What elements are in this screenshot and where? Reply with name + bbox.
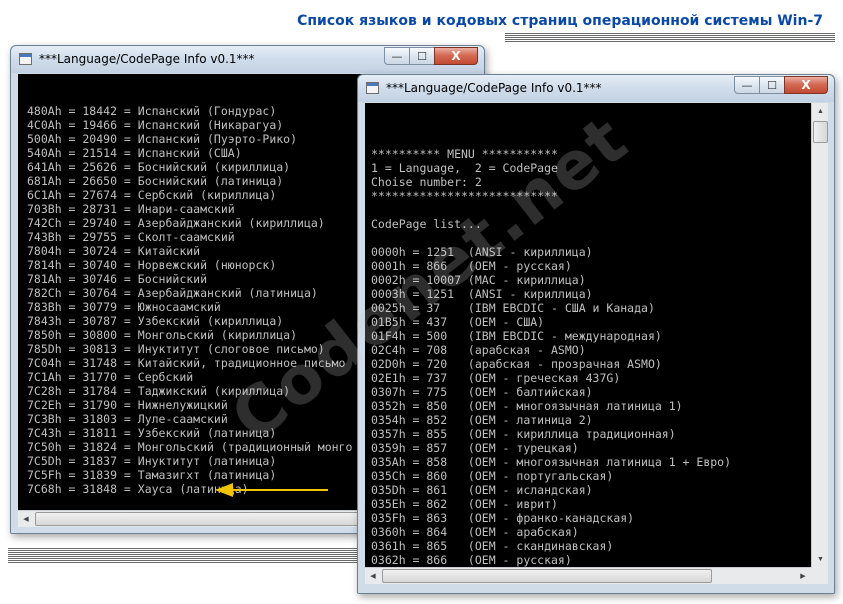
console-line: 1 = Language, 2 = CodePage: [371, 161, 558, 175]
maximize-button[interactable]: ☐: [409, 47, 435, 65]
window-title: ***Language/CodePage Info v0.1***: [39, 52, 255, 66]
console-line: 0362h = 866 (OEM - русская): [371, 553, 572, 567]
console-line: CodePage list...: [371, 217, 482, 231]
vertical-scrollbar[interactable]: ▲ ▼: [811, 103, 828, 567]
scroll-thumb[interactable]: [813, 121, 828, 143]
console-line: 0025h = 37 (IBM EBCDIC - США и Канада): [371, 301, 655, 315]
scroll-right-arrow-icon[interactable]: ▶: [795, 568, 811, 584]
console-lines: ********** MENU *********** 1 = Language,…: [371, 133, 811, 567]
window-titlebar[interactable]: ***Language/CodePage Info v0.1*** — ☐ X: [11, 46, 484, 73]
console-output[interactable]: ********** MENU *********** 1 = Language,…: [365, 103, 811, 567]
minimize-button[interactable]: —: [384, 47, 410, 65]
horizontal-scroll-thumb[interactable]: [35, 512, 365, 526]
resize-grip[interactable]: [811, 567, 828, 584]
horizontal-scrollbar[interactable]: ◀ ▶: [365, 567, 811, 584]
console-app-icon[interactable]: [19, 53, 32, 65]
console-line: 0002h = 10007 (MAC - кириллица): [371, 273, 586, 287]
console-window-codepage-list[interactable]: ***Language/CodePage Info v0.1*** — ☐ X …: [357, 74, 835, 594]
console-line: 0352h = 850 (OEM - многоязычная латиница…: [371, 399, 683, 413]
console-line: 01F4h = 500 (IBM EBCDIC - международная): [371, 329, 662, 343]
scroll-left-arrow-icon[interactable]: ◀: [18, 511, 34, 527]
console-line: 0360h = 864 (OEM - арабская): [371, 525, 579, 539]
console-line: 0354h = 852 (OEM - латиница 2): [371, 413, 593, 427]
console-line: Choise number: 2: [371, 175, 482, 189]
console-line: 01B5h = 437 (OEM - США): [371, 315, 545, 329]
console-line: ********** MENU ***********: [371, 147, 558, 161]
console-line: 035Ch = 860 (OEM - португальская): [371, 469, 614, 483]
window-controls: — ☐ X: [384, 47, 478, 65]
console-line: 035Fh = 863 (OEM - франко-канадская): [371, 511, 635, 525]
console-line: 0361h = 865 (OEM - скандинавская): [371, 539, 614, 553]
console-line: 02E1h = 737 (OEM - греческая 437G): [371, 371, 621, 385]
page-title: Список языков и кодовых страниц операцио…: [297, 13, 823, 29]
console-line: 0357h = 855 (OEM - кириллица традиционна…: [371, 427, 676, 441]
maximize-button[interactable]: ☐: [759, 76, 785, 94]
console-line: 02D0h = 720 (арабская - прозрачная ASMO): [371, 357, 662, 371]
console-line: 0001h = 866 (OEM - русская): [371, 259, 572, 273]
scroll-up-arrow-icon[interactable]: ▲: [813, 103, 828, 119]
console-line: 0003h = 1251 (ANSI - кириллица): [371, 287, 593, 301]
window-titlebar[interactable]: ***Language/CodePage Info v0.1*** — ☐ X: [358, 75, 834, 102]
close-button[interactable]: X: [784, 76, 828, 94]
console-line: 02C4h = 708 (арабская - ASMO): [371, 343, 586, 357]
minimize-button[interactable]: —: [734, 76, 760, 94]
close-button[interactable]: X: [434, 47, 478, 65]
window-controls: — ☐ X: [734, 76, 828, 94]
title-underline-decoration: [505, 33, 835, 42]
console-line: ***************************: [371, 189, 558, 203]
window-title: ***Language/CodePage Info v0.1***: [386, 81, 602, 95]
bottom-stripes-decoration: [8, 548, 358, 564]
console-line: 0307h = 775 (OEM - балтийская): [371, 385, 593, 399]
console-line: 0359h = 857 (OEM - турецкая): [371, 441, 579, 455]
console-line: 035Eh = 862 (OEM - иврит): [371, 497, 558, 511]
scroll-down-arrow-icon[interactable]: ▼: [813, 551, 828, 567]
console-app-icon[interactable]: [366, 82, 379, 94]
console-line: 035Ah = 858 (OEM - многоязычная латиница…: [371, 455, 732, 469]
console-line: 0000h = 1251 (ANSI - кириллица): [371, 245, 593, 259]
scroll-left-arrow-icon[interactable]: ◀: [365, 568, 381, 584]
yellow-arrow-icon: [215, 483, 328, 497]
console-line: 035Dh = 861 (OEM - исландская): [371, 483, 593, 497]
horizontal-scroll-thumb[interactable]: [382, 569, 712, 583]
